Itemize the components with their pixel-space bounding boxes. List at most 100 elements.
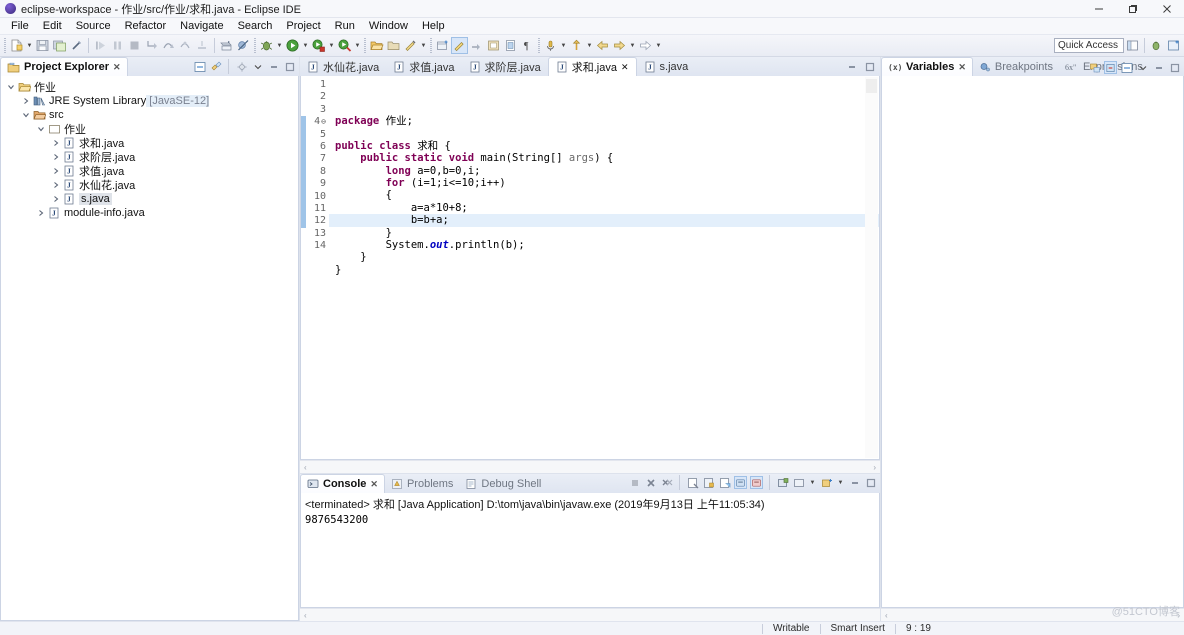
external-tools-dropdown-icon[interactable]: ▼ [353, 37, 362, 54]
tree-item-s-java[interactable]: Js.java [1, 192, 298, 206]
new-java-class-icon[interactable] [218, 37, 235, 54]
console-show-on-output-icon[interactable] [718, 476, 731, 489]
drop-to-frame-icon[interactable] [194, 37, 211, 54]
console-new-console-view-icon[interactable] [792, 476, 805, 489]
tab-project-explorer-close-icon[interactable]: ✕ [113, 62, 121, 73]
tree-item-求和-java[interactable]: J 求和.java [1, 136, 298, 150]
console-terminate-icon[interactable] [628, 476, 641, 489]
console-scroll-lock-icon[interactable] [702, 476, 715, 489]
tree-collapsed-arrow-icon[interactable] [50, 139, 62, 147]
tree-item-作业[interactable]: 作业 [1, 80, 298, 94]
toolbar-drag-handle-2[interactable] [254, 38, 256, 53]
resume-icon[interactable] [92, 37, 109, 54]
menu-run[interactable]: Run [328, 19, 362, 33]
debug-icon[interactable] [258, 37, 275, 54]
save-icon[interactable] [34, 37, 51, 54]
editor-source-code[interactable]: package 作业; public class 求和 { public sta… [329, 76, 879, 459]
code-line[interactable] [329, 127, 879, 139]
suspend-icon[interactable] [109, 37, 126, 54]
back-icon[interactable] [594, 37, 611, 54]
print-icon[interactable] [68, 37, 85, 54]
toolbar-drag-handle[interactable] [4, 38, 6, 53]
pilcrow-icon[interactable]: ¶ [519, 37, 536, 54]
tree-item-求值-java[interactable]: J 求值.java [1, 164, 298, 178]
open-file-icon[interactable] [502, 37, 519, 54]
console-output-area[interactable]: <terminated> 求和 [Java Application] D:\to… [301, 493, 879, 526]
terminate-icon[interactable] [126, 37, 143, 54]
step-into-icon[interactable] [143, 37, 160, 54]
step-return-icon[interactable] [177, 37, 194, 54]
tree-item-求阶层-java[interactable]: J 求阶层.java [1, 150, 298, 164]
new-wizard-icon[interactable] [8, 37, 25, 54]
project-explorer-body[interactable]: 作业 JRE System Library [JavaSE-12] src 作业 J 求和… [0, 76, 299, 621]
editor-vertical-scroll-thumb[interactable] [866, 79, 877, 93]
variables-body[interactable] [881, 76, 1184, 608]
link-with-editor-toggle-icon[interactable] [209, 60, 222, 73]
console-clear-icon[interactable] [686, 476, 699, 489]
fold-collapse-icon[interactable]: ⊖ [321, 117, 326, 126]
view-menu-focus-icon[interactable] [235, 60, 248, 73]
new-package-icon[interactable] [434, 37, 451, 54]
code-line[interactable]: a=a*10+8; [329, 202, 879, 214]
code-line[interactable]: } [329, 251, 879, 263]
tab-console[interactable]: Console ✕ [300, 474, 385, 493]
console-remove-icon[interactable] [644, 476, 657, 489]
tree-expanded-arrow-icon[interactable] [20, 111, 32, 119]
tab-project-explorer[interactable]: Project Explorer ✕ [0, 57, 128, 76]
external-tools-icon[interactable] [336, 37, 353, 54]
tab-variables-close-icon[interactable]: ✕ [958, 62, 966, 73]
save-all-icon[interactable] [51, 37, 68, 54]
link-with-editor-icon[interactable] [468, 37, 485, 54]
new-wizard-dropdown-icon[interactable]: ▼ [25, 37, 34, 54]
console-open-console-icon[interactable] [776, 476, 789, 489]
perspective-java-icon[interactable] [1165, 37, 1182, 54]
maximize-button[interactable] [1116, 0, 1150, 18]
forward-icon[interactable] [611, 37, 628, 54]
tab-debug-shell[interactable]: Debug Shell [459, 474, 547, 493]
console-minimize-icon[interactable] [848, 476, 861, 489]
editor-vertical-scrollbar[interactable] [865, 77, 878, 458]
tab-breakpoints[interactable]: Breakpoints [973, 57, 1059, 76]
tree-collapsed-arrow-icon[interactable] [35, 209, 47, 217]
tree-item-module-info-java[interactable]: Jmodule-info.java [1, 206, 298, 220]
variables-minimize-icon[interactable] [1152, 61, 1165, 74]
next-annotation-dropdown-icon[interactable]: ▼ [585, 37, 594, 54]
editor-maximize-icon[interactable] [863, 60, 876, 73]
show-logical-structure-icon[interactable] [1088, 61, 1101, 74]
console-maximize-icon[interactable] [864, 476, 877, 489]
console-open-new-dropdown-icon[interactable]: ▼ [836, 474, 845, 491]
editor-tab-水仙花-java[interactable]: J 水仙花.java [300, 57, 386, 76]
editor-minimize-icon[interactable] [845, 60, 858, 73]
console-open-new-icon[interactable] [820, 476, 833, 489]
menu-help[interactable]: Help [415, 19, 452, 33]
code-line[interactable]: { [329, 189, 879, 201]
next-edit-dropdown-icon[interactable]: ▼ [654, 37, 663, 54]
tree-item-src[interactable]: src [1, 108, 298, 122]
toolbar-drag-handle-3[interactable] [364, 38, 366, 53]
run-coverage-icon[interactable] [310, 37, 327, 54]
close-button[interactable] [1150, 0, 1184, 18]
console-body[interactable]: <terminated> 求和 [Java Application] D:\to… [300, 493, 880, 608]
step-over-icon[interactable] [160, 37, 177, 54]
tab-console-close-icon[interactable]: ✕ [370, 479, 378, 490]
variables-hscroll-left-icon[interactable]: ‹ [885, 611, 888, 620]
console-horizontal-scrollbar[interactable]: ‹ [300, 608, 880, 621]
code-line[interactable]: long a=0,b=0,i; [329, 165, 879, 177]
variables-maximize-icon[interactable] [1168, 61, 1181, 74]
annotation-icon[interactable] [542, 37, 559, 54]
code-line[interactable]: for (i=1;i<=10;i++) [329, 177, 879, 189]
tree-item-水仙花-java[interactable]: J 水仙花.java [1, 178, 298, 192]
console-pin-icon[interactable] [734, 476, 747, 489]
tree-collapsed-arrow-icon[interactable] [50, 195, 62, 203]
tree-expanded-arrow-icon[interactable] [35, 125, 47, 133]
tree-collapsed-arrow-icon[interactable] [50, 153, 62, 161]
annotation-dropdown-icon[interactable]: ▼ [559, 37, 568, 54]
editor-body[interactable]: 1 2 3 4⊖ 5 6 7 8 9 10 11 12 13 14 package 作业; public … [300, 76, 880, 460]
run-coverage-dropdown-icon[interactable]: ▼ [327, 37, 336, 54]
editor-tab-求阶层-java[interactable]: J 求阶层.java [462, 57, 548, 76]
collapse-all-icon[interactable] [193, 60, 206, 73]
debug-dropdown-icon[interactable]: ▼ [275, 37, 284, 54]
toolbar-drag-handle-4[interactable] [430, 38, 432, 53]
next-annotation-icon[interactable] [568, 37, 585, 54]
menu-source[interactable]: Source [69, 19, 118, 33]
